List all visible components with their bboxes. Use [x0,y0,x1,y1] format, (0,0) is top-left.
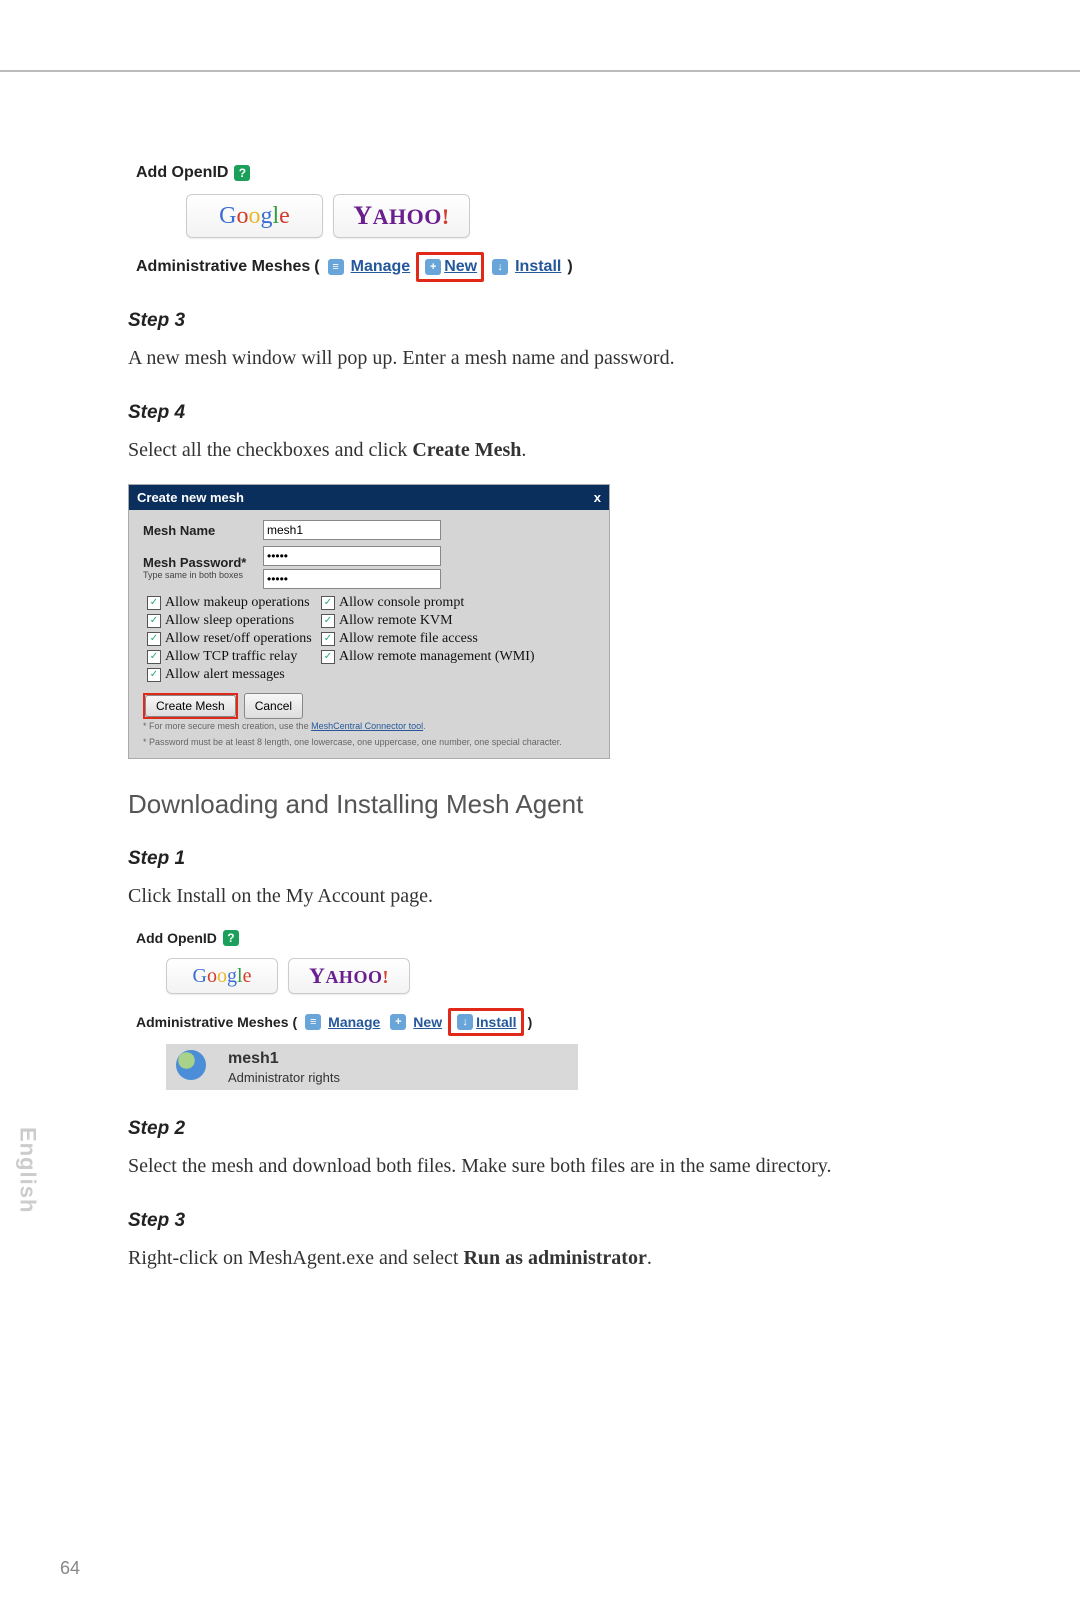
page-content: Add OpenID ? Google YAHOO! Administrativ… [128,150,898,1292]
create-mesh-button[interactable]: Create Mesh [145,695,236,717]
manage-link-2[interactable]: Manage [328,1014,380,1030]
step2-heading: Step 2 [128,1118,898,1140]
admin-meshes-row-1: Administrative Meshes ( ≡ Manage + New ↓… [136,252,898,282]
new-link-2[interactable]: New [413,1014,442,1030]
install-icon-2: ↓ [457,1014,473,1030]
yahoo-button[interactable]: YAHOO! [333,194,470,238]
new-icon: + [425,259,441,275]
step4-heading: Step 4 [128,402,898,424]
yahoo-button-2[interactable]: YAHOO! [288,958,410,994]
step4-text: Select all the checkboxes and click Crea… [128,434,898,466]
chk-tcp[interactable]: ✓Allow TCP traffic relay [147,649,317,665]
highlight-create-mesh: Create Mesh [143,693,238,719]
install-link-2[interactable]: Install [476,1014,516,1030]
chk-alert[interactable]: ✓Allow alert messages [147,667,317,683]
openid-screenshot-1: Add OpenID ? Google YAHOO! Administrativ… [136,164,898,282]
step1-heading: Step 1 [128,848,898,870]
mesh-password-input-1[interactable] [263,546,441,566]
dialog-footnote-1: * For more secure mesh creation, use the… [143,721,597,733]
help-icon[interactable]: ? [234,165,250,181]
mesh-row-subtitle: Administrator rights [228,1070,340,1085]
install-link[interactable]: Install [515,258,561,276]
dialog-close-icon[interactable]: x [594,490,601,505]
step3b-heading: Step 3 [128,1210,898,1232]
admin-meshes-label: Administrative Meshes [136,258,310,276]
chk-file[interactable]: ✓Allow remote file access [321,631,478,647]
mesh-password-label: Mesh Password* Type same in both boxes [143,555,263,580]
google-button[interactable]: Google [186,194,323,238]
page-number: 64 [60,1558,80,1579]
yahoo-logo-icon: YAHOO! [353,201,449,231]
highlight-new: + New [416,252,484,282]
mesh-row-title: mesh1 [228,1050,340,1068]
google-logo-icon: Google [219,203,290,230]
add-openid-label-2: Add OpenID [136,930,217,946]
mesh-globe-icon [170,1048,214,1086]
manage-icon-2: ≡ [305,1014,321,1030]
manage-icon: ≡ [328,259,344,275]
step3-text: A new mesh window will pop up. Enter a m… [128,342,898,374]
admin-meshes-label-2: Administrative Meshes [136,1014,289,1030]
yahoo-logo-icon-2: YAHOO! [309,963,389,989]
manage-link[interactable]: Manage [351,258,411,276]
chk-wmi[interactable]: ✓Allow remote management (WMI) [321,649,535,665]
google-logo-icon-2: Google [193,965,252,988]
step1-text: Click Install on the My Account page. [128,880,898,912]
admin-meshes-row-2: Administrative Meshes ( ≡ Manage + New ↓… [136,1008,898,1036]
page-top-rule [0,70,1080,72]
cancel-button[interactable]: Cancel [244,693,303,719]
chk-reset[interactable]: ✓Allow reset/off operations [147,631,317,647]
step3b-text: Right-click on MeshAgent.exe and select … [128,1242,898,1274]
mesh-password-input-2[interactable] [263,569,441,589]
chk-console[interactable]: ✓Allow console prompt [321,595,464,611]
section-heading: Downloading and Installing Mesh Agent [128,789,898,820]
step2-text: Select the mesh and download both files.… [128,1150,898,1182]
permission-checkboxes: ✓Allow makeup operations ✓Allow console … [147,595,597,683]
chk-sleep[interactable]: ✓Allow sleep operations [147,613,317,629]
help-icon-2[interactable]: ? [223,930,239,946]
new-link[interactable]: New [444,258,477,276]
install-icon: ↓ [492,259,508,275]
create-mesh-dialog: Create new mesh x Mesh Name Mesh Passwor… [128,484,610,759]
chk-makeup[interactable]: ✓Allow makeup operations [147,595,317,611]
new-icon-2: + [390,1014,406,1030]
google-button-2[interactable]: Google [166,958,278,994]
language-tab: English [0,1115,55,1225]
dialog-title: Create new mesh [137,490,244,505]
mesh-name-input[interactable] [263,520,441,540]
connector-tool-link[interactable]: MeshCentral Connector tool [311,721,423,731]
dialog-footnote-2: * Password must be at least 8 length, on… [143,737,597,749]
step3-heading: Step 3 [128,310,898,332]
chk-kvm[interactable]: ✓Allow remote KVM [321,613,453,629]
highlight-install: ↓ Install [448,1008,523,1036]
add-openid-label: Add OpenID [136,164,228,182]
mesh-name-label: Mesh Name [143,523,263,538]
openid-screenshot-2: Add OpenID ? Google YAHOO! Administrativ… [136,930,898,1090]
mesh-list-row[interactable]: mesh1 Administrator rights [166,1044,578,1090]
